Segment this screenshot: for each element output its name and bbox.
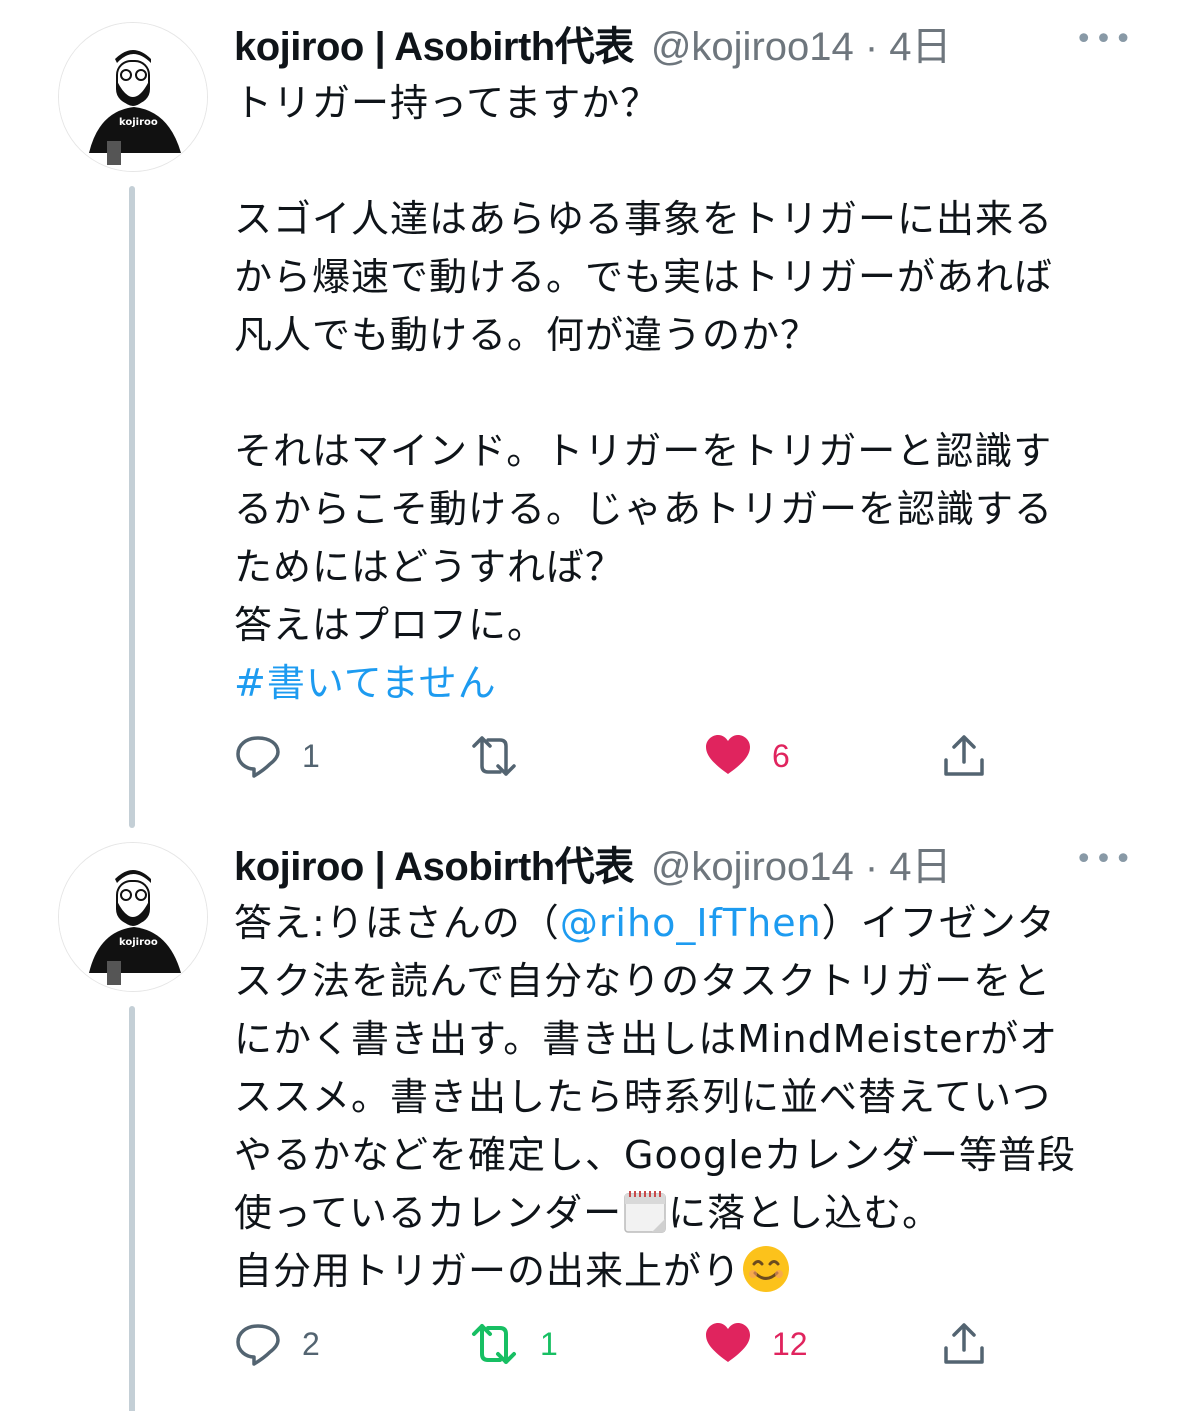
reply-count: 1 xyxy=(302,737,320,774)
like-button[interactable]: 6 xyxy=(704,726,790,786)
speech-bubble-icon xyxy=(236,1324,280,1366)
tweet-body: トリガー持ってますか？ スゴイ人達はあらゆる事象をトリガーに出来る から爆速で動… xyxy=(234,81,1054,647)
retweet-arrows-icon xyxy=(472,736,516,776)
thread-line xyxy=(129,1006,135,1411)
share-upload-icon xyxy=(944,735,984,776)
hashtag-link[interactable]: #書いてません xyxy=(234,661,497,705)
heart-icon xyxy=(706,735,750,774)
reply-button[interactable]: 1 xyxy=(234,726,320,786)
tweet-actions: 1 6 xyxy=(234,726,1014,786)
tweet-content: kojiroo | Asobirth代表 @kojiroo14 · 4日 •••… xyxy=(234,820,1154,1293)
tweet-actions: 2 1 12 xyxy=(234,1314,1014,1374)
smiling-face-emoji-icon xyxy=(743,1246,790,1292)
tweet-1[interactable]: kojiroo kojiroo | Asobirth代表 @kojiroo14 … xyxy=(0,0,1200,828)
tweet-text: 答え:りほさんの（@riho_IfThen）イフゼンタ スク法を読んで自分なりの… xyxy=(234,894,1144,1300)
like-count: 6 xyxy=(772,737,790,774)
more-options-icon[interactable]: ••• xyxy=(1075,842,1134,877)
share-button[interactable] xyxy=(940,1314,988,1374)
handle-and-time[interactable]: @kojiroo14 · 4日 xyxy=(651,845,952,889)
retweet-button[interactable] xyxy=(468,726,540,786)
like-button[interactable]: 12 xyxy=(704,1314,808,1374)
tweet-header: kojiroo | Asobirth代表 @kojiroo14 · 4日 ••• xyxy=(234,834,1154,894)
speech-bubble-icon xyxy=(236,736,280,778)
avatar-illustration: kojiroo xyxy=(59,23,207,171)
display-name[interactable]: kojiroo | Asobirth代表 xyxy=(234,25,634,69)
display-name[interactable]: kojiroo | Asobirth代表 xyxy=(234,845,634,889)
avatar-shirt-text: kojiroo xyxy=(119,117,158,128)
heart-icon xyxy=(706,1323,750,1362)
calendar-emoji-icon xyxy=(624,1191,666,1233)
avatar[interactable]: kojiroo xyxy=(58,22,208,172)
reply-button[interactable]: 2 xyxy=(234,1314,320,1374)
more-options-icon[interactable]: ••• xyxy=(1075,22,1134,57)
tweet-text: トリガー持ってますか？ スゴイ人達はあらゆる事象をトリガーに出来る から爆速で動… xyxy=(234,74,1134,712)
avatar[interactable]: kojiroo xyxy=(58,842,208,992)
avatar-shirt-text: kojiroo xyxy=(119,937,158,948)
retweet-arrows-icon xyxy=(472,1324,516,1364)
reply-count: 2 xyxy=(302,1325,320,1362)
share-button[interactable] xyxy=(940,726,988,786)
thread-line xyxy=(129,186,135,828)
tweet-header: kojiroo | Asobirth代表 @kojiroo14 · 4日 ••• xyxy=(234,14,1154,74)
tweet-body-prefix: 答え:りほさんの（ xyxy=(234,901,560,945)
mention-link[interactable]: @riho_IfThen xyxy=(560,901,822,945)
avatar-illustration: kojiroo xyxy=(59,843,207,991)
tweet-2[interactable]: kojiroo kojiroo | Asobirth代表 @kojiroo14 … xyxy=(0,820,1200,1411)
tweet-body-mid: ）イフゼンタ スク法を読んで自分なりのタスクトリガーをと にかく書き出す。書き出… xyxy=(234,901,1077,1235)
tweet-content: kojiroo | Asobirth代表 @kojiroo14 · 4日 •••… xyxy=(234,0,1154,705)
like-count: 12 xyxy=(772,1325,808,1362)
retweet-count: 1 xyxy=(540,1325,558,1362)
handle-and-time[interactable]: @kojiroo14 · 4日 xyxy=(651,25,952,69)
retweet-button[interactable]: 1 xyxy=(468,1314,558,1374)
share-upload-icon xyxy=(944,1323,984,1364)
